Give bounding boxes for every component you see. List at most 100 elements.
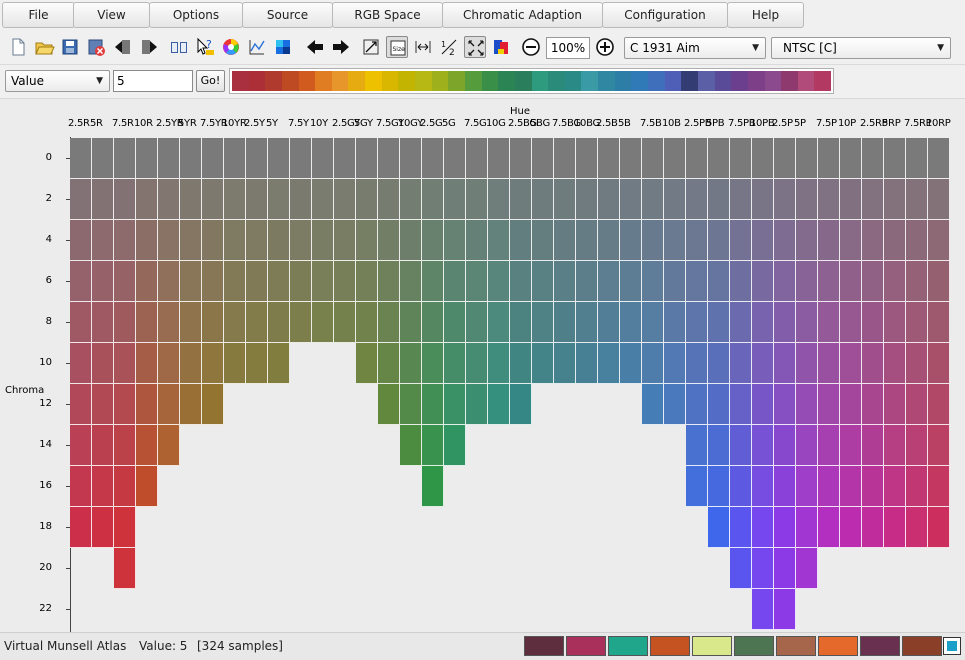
color-chip[interactable] [70,384,92,425]
color-chip[interactable] [774,220,796,261]
color-chip[interactable] [730,179,752,220]
color-chip[interactable] [620,302,642,343]
color-chip[interactable] [906,138,928,179]
hue-strip-cell[interactable] [281,71,299,91]
color-chip[interactable] [400,179,422,220]
color-chip[interactable] [114,343,136,384]
color-chip[interactable] [246,302,268,343]
color-chip[interactable] [180,138,202,179]
color-chip[interactable] [400,425,422,466]
hue-strip-cell[interactable] [764,71,782,91]
color-chip[interactable] [136,384,158,425]
hue-strip-cell[interactable] [481,71,499,91]
chart-icon[interactable] [246,36,268,58]
color-chip[interactable] [818,507,840,548]
hue-strip-cell[interactable] [614,71,632,91]
color-chip[interactable] [708,302,730,343]
hue-strip-cell[interactable] [598,71,615,91]
export-icon[interactable] [138,36,160,58]
color-chip[interactable] [730,507,752,548]
color-chip[interactable] [356,220,378,261]
color-chip[interactable] [466,343,488,384]
color-chip[interactable] [114,179,136,220]
color-chip[interactable] [576,302,598,343]
color-chip[interactable] [510,261,532,302]
hue-strip-cell[interactable] [681,71,698,91]
hue-strip-cell[interactable] [564,71,582,91]
color-chip[interactable] [664,179,686,220]
color-chip[interactable] [818,384,840,425]
color-chip[interactable] [554,261,576,302]
color-chip[interactable] [840,425,862,466]
color-chip[interactable] [334,220,356,261]
color-chip[interactable] [136,343,158,384]
color-chip[interactable] [884,261,906,302]
color-chip[interactable] [180,343,202,384]
color-chip[interactable] [642,343,664,384]
color-chip[interactable] [730,220,752,261]
color-chip[interactable] [796,179,818,220]
color-chip[interactable] [730,466,752,507]
color-chip[interactable] [686,220,708,261]
zoom-in-icon[interactable] [594,36,616,58]
color-chip[interactable] [686,261,708,302]
color-chip[interactable] [356,138,378,179]
color-chip[interactable] [664,302,686,343]
color-chip[interactable] [224,220,246,261]
color-chip[interactable] [708,466,730,507]
color-chip[interactable] [444,343,466,384]
color-chip[interactable] [620,261,642,302]
color-chip[interactable] [70,507,92,548]
color-chip[interactable] [928,384,950,425]
color-chip[interactable] [774,466,796,507]
hue-strip-cell[interactable] [531,71,549,91]
recent-swatch[interactable] [608,636,648,656]
hue-strip-cell[interactable] [415,71,432,91]
color-chip[interactable] [664,138,686,179]
save-icon[interactable] [59,36,81,58]
color-chip[interactable] [730,343,752,384]
color-chip[interactable] [774,384,796,425]
filter-value-input[interactable]: 5 [113,70,193,92]
color-chip[interactable] [686,425,708,466]
color-chip[interactable] [158,425,180,466]
color-chip[interactable] [598,302,620,343]
color-chip[interactable] [70,179,92,220]
width-icon[interactable] [412,36,434,58]
color-chip[interactable] [466,261,488,302]
color-chip[interactable] [422,466,444,507]
color-chip[interactable] [554,302,576,343]
color-chip[interactable] [752,507,774,548]
help-cursor-icon[interactable]: ? [194,36,216,58]
color-chip[interactable] [752,261,774,302]
menu-chromatic-adaption[interactable]: Chromatic Adaption [442,2,603,28]
hue-strip-cell[interactable] [781,71,798,91]
color-chip[interactable] [114,302,136,343]
menu-file[interactable]: File [2,2,75,28]
go-button[interactable]: Go! [196,70,225,92]
color-chip[interactable] [752,589,774,630]
hue-strip-cell[interactable] [814,71,832,91]
color-chip[interactable] [70,138,92,179]
color-chip[interactable] [532,138,554,179]
hue-strip-cell[interactable] [714,71,732,91]
color-chip[interactable] [246,343,268,384]
color-chip[interactable] [642,384,664,425]
color-chip[interactable] [92,138,114,179]
color-chip[interactable] [422,302,444,343]
hue-strip-cell[interactable] [648,71,665,91]
color-chip[interactable] [576,261,598,302]
color-chip[interactable] [840,179,862,220]
color-chip[interactable] [840,343,862,384]
color-chip[interactable] [136,138,158,179]
color-chip[interactable] [246,138,268,179]
color-chip[interactable] [224,302,246,343]
color-chip[interactable] [400,384,422,425]
color-chip[interactable] [928,261,950,302]
color-chip[interactable] [510,302,532,343]
color-chip[interactable] [92,466,114,507]
color-chip[interactable] [818,179,840,220]
zoom-field[interactable]: 100% [546,37,590,59]
color-chip[interactable] [378,261,400,302]
menu-options[interactable]: Options [149,2,243,28]
